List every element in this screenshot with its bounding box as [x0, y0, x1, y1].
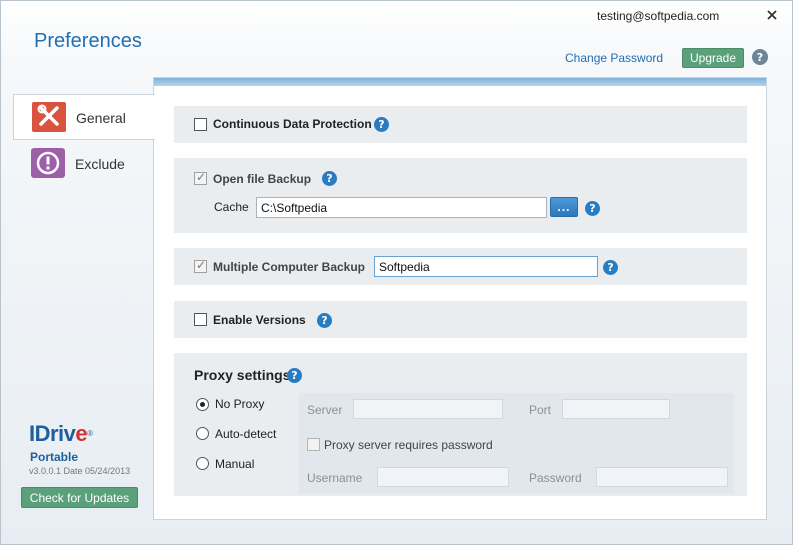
port-label: Port [529, 403, 552, 417]
continuous-protection-checkbox[interactable] [194, 118, 207, 131]
account-email: testing@softpedia.com [597, 9, 720, 23]
tab-general-label: General [76, 110, 126, 126]
change-password-link[interactable]: Change Password [565, 51, 663, 65]
multiple-computer-label: Multiple Computer Backup [213, 260, 366, 274]
no-proxy-radio[interactable] [196, 398, 209, 411]
tab-exclude-label: Exclude [75, 156, 125, 172]
server-label: Server [307, 403, 343, 417]
help-icon[interactable]: ? [603, 260, 618, 275]
preferences-window: testing@softpedia.com Preferences Change… [0, 0, 793, 545]
page-title: Preferences [34, 30, 142, 52]
no-proxy-label: No Proxy [215, 397, 265, 411]
server-input[interactable] [353, 399, 503, 419]
multiple-computer-checkbox[interactable] [194, 258, 207, 273]
help-icon[interactable]: ? [585, 201, 600, 216]
auto-detect-radio[interactable] [196, 427, 209, 440]
cache-label: Cache [214, 200, 249, 214]
username-input[interactable] [377, 467, 509, 487]
manual-label: Manual [215, 457, 255, 471]
warning-icon [31, 148, 65, 178]
help-icon[interactable]: ? [287, 368, 302, 383]
requires-password-checkbox[interactable] [307, 438, 320, 451]
open-file-backup-checkbox[interactable] [194, 170, 207, 185]
computer-name-input[interactable]: Softpedia [374, 256, 598, 277]
tab-exclude[interactable]: Exclude [13, 141, 153, 185]
username-label: Username [307, 471, 363, 485]
proxy-settings-title: Proxy settings [194, 367, 291, 383]
port-input[interactable] [562, 399, 670, 419]
password-input[interactable] [596, 467, 728, 487]
tools-icon [32, 102, 66, 132]
open-file-backup-section [174, 158, 747, 233]
help-icon[interactable]: ? [317, 313, 332, 328]
check-updates-button[interactable]: Check for Updates [21, 487, 138, 508]
enable-versions-checkbox[interactable] [194, 313, 207, 326]
requires-password-label: Proxy server requires password [324, 438, 493, 452]
help-icon[interactable]: ? [322, 171, 337, 186]
panel-top-bar [154, 78, 766, 86]
enable-versions-label: Enable Versions [213, 313, 306, 327]
manual-radio[interactable] [196, 457, 209, 470]
password-label: Password [529, 471, 582, 485]
help-icon[interactable]: ? [752, 49, 768, 65]
idrive-logo: IDrive® [29, 421, 94, 446]
portable-label: Portable [30, 450, 79, 464]
version-label: v3.0.0.1 Date 05/24/2013 [29, 466, 131, 476]
upgrade-button[interactable]: Upgrade [682, 48, 744, 68]
cache-path-input[interactable]: C:\Softpedia [256, 197, 547, 218]
help-icon[interactable]: ? [374, 117, 389, 132]
tab-general[interactable]: General [13, 94, 155, 140]
open-file-backup-label: Open file Backup [213, 172, 312, 186]
auto-detect-label: Auto-detect [215, 427, 277, 441]
continuous-protection-label: Continuous Data Protection [213, 117, 372, 131]
close-icon[interactable] [763, 6, 781, 24]
browse-button[interactable]: ... [550, 197, 578, 217]
